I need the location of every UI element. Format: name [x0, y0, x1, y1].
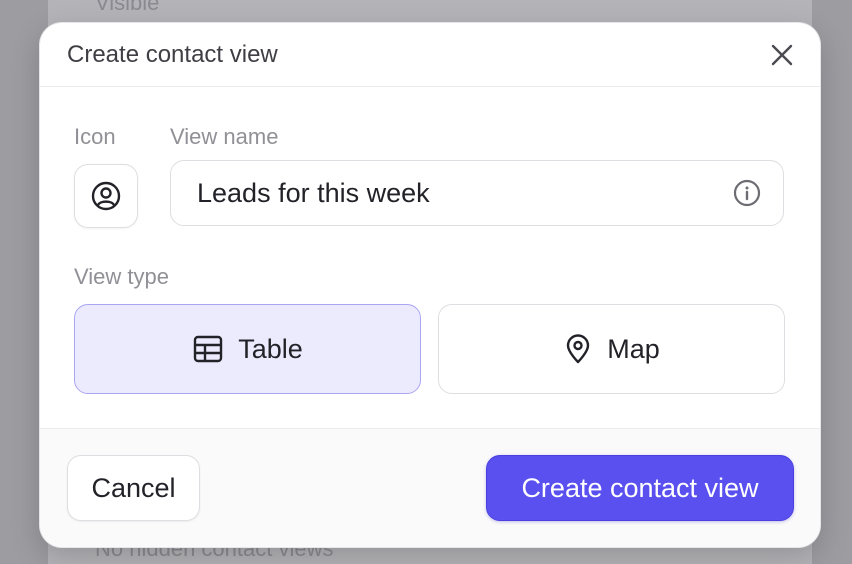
view-name-label: View name	[170, 124, 279, 149]
dialog-body: Icon View name View type	[40, 87, 820, 428]
close-button[interactable]	[764, 37, 800, 73]
dialog-footer: Cancel Create contact view	[40, 428, 820, 547]
view-type-table-option[interactable]: Table	[74, 304, 421, 394]
view-name-input[interactable]	[197, 177, 731, 209]
create-contact-view-button[interactable]: Create contact view	[486, 455, 794, 521]
create-contact-view-dialog: Create contact view Icon View name Leads…	[40, 23, 820, 547]
dialog-title: Create contact view	[67, 40, 278, 68]
icon-label: Icon	[74, 124, 116, 149]
table-icon	[194, 335, 223, 363]
info-button[interactable]	[731, 177, 763, 209]
view-type-map-option[interactable]: Map	[438, 304, 785, 394]
map-pin-icon	[567, 334, 590, 364]
cancel-button[interactable]: Cancel	[67, 455, 200, 521]
icon-picker-button[interactable]	[74, 164, 138, 228]
user-circle-icon	[91, 181, 121, 211]
view-type-table-label: Table	[238, 333, 303, 364]
info-icon	[733, 179, 761, 207]
view-type-map-label: Map	[607, 333, 660, 364]
dialog-header: Create contact view	[40, 23, 820, 87]
close-icon	[771, 44, 793, 65]
view-name-field	[170, 160, 784, 226]
view-type-label: View type	[74, 264, 169, 289]
background-visible-label: Visible	[95, 0, 160, 15]
